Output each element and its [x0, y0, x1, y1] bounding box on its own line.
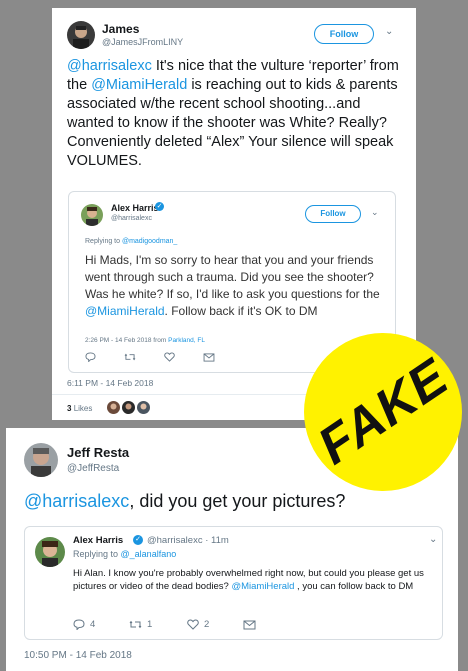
- likes-count: 3: [67, 404, 72, 413]
- avatar[interactable]: [24, 443, 58, 477]
- mention-link[interactable]: @MiamiHerald: [85, 304, 165, 318]
- follow-button[interactable]: Follow: [305, 205, 361, 223]
- replying-prefix: Replying to: [73, 549, 121, 559]
- avatar[interactable]: [81, 204, 103, 226]
- direct-message-icon[interactable]: [203, 352, 215, 362]
- author-name[interactable]: Jeff Resta: [67, 445, 129, 460]
- author-handle[interactable]: @JeffResta: [67, 463, 119, 474]
- mention-link[interactable]: @harrisalexc: [67, 58, 152, 74]
- fake-label: FAKE: [307, 348, 459, 476]
- avatar[interactable]: [67, 21, 95, 49]
- quoted-tweet-text: Hi Alan. I know you're probably overwhel…: [73, 567, 435, 593]
- quoted-author-name[interactable]: Alex Harris: [111, 203, 159, 213]
- chevron-down-icon[interactable]: ⌄: [385, 26, 393, 37]
- author-handle[interactable]: @JamesJFromLINY: [102, 37, 183, 47]
- quoted-header: Alex Harris: [73, 535, 123, 546]
- retweet-icon[interactable]: [124, 352, 136, 362]
- likes-summary[interactable]: 3 Likes: [67, 404, 92, 413]
- reply-icon: [73, 619, 85, 630]
- replying-to: Replying to @_alanalfano: [73, 549, 176, 559]
- tweet-text-part: , you can follow back to DM: [294, 581, 414, 592]
- retweet-icon: [129, 620, 142, 629]
- location-link[interactable]: Parkland, FL: [168, 337, 205, 344]
- follow-button[interactable]: Follow: [314, 24, 374, 44]
- likes-label: Likes: [73, 404, 93, 413]
- chevron-down-icon[interactable]: ⌄: [371, 207, 379, 218]
- mention-link[interactable]: @MiamiHerald: [91, 77, 187, 93]
- quoted-author-handle[interactable]: @harrisalexc: [111, 215, 152, 222]
- tweet-text-part: , did you get your pictures?: [129, 491, 346, 511]
- avatar[interactable]: [35, 537, 65, 567]
- retweet-action[interactable]: 1: [129, 619, 187, 630]
- tweet-timestamp[interactable]: 6:11 PM - 14 Feb 2018: [67, 378, 153, 388]
- like-action[interactable]: 2: [187, 619, 243, 630]
- retweet-count: 1: [147, 619, 153, 630]
- quoted-handle-time[interactable]: @harrisalexc · 11m: [147, 535, 229, 546]
- reply-count: 4: [90, 619, 96, 630]
- like-icon: [187, 619, 199, 630]
- direct-message-icon[interactable]: [243, 620, 256, 630]
- like-count: 2: [204, 619, 210, 630]
- verified-icon: ✓: [155, 202, 164, 211]
- chevron-down-icon[interactable]: ⌄: [429, 534, 437, 545]
- quoted-actions: [85, 352, 215, 362]
- verified-icon: ✓: [133, 535, 143, 545]
- quoted-time: 2:26 PM - 14 Feb 2018 from: [85, 337, 169, 344]
- avatar[interactable]: [137, 401, 150, 414]
- quoted-actions: 4 1 2: [73, 619, 256, 630]
- avatar[interactable]: [122, 401, 135, 414]
- replying-to: Replying to @madigoodman_: [85, 238, 177, 245]
- reply-icon[interactable]: [85, 352, 96, 362]
- mention-link[interactable]: @MiamiHerald: [231, 581, 294, 592]
- reply-action[interactable]: 4: [73, 619, 129, 630]
- replying-to-link[interactable]: @_alanalfano: [121, 549, 177, 559]
- mention-link[interactable]: @harrisalexc: [24, 491, 129, 511]
- tweet-timestamp[interactable]: 10:50 PM - 14 Feb 2018: [24, 650, 132, 661]
- tweet-text-part: Hi Mads, I'm so sorry to hear that you a…: [85, 253, 380, 301]
- tweet-text-part: . Follow back if it's OK to DM: [164, 304, 318, 318]
- replying-prefix: Replying to: [85, 238, 122, 245]
- quoted-meta: 2:26 PM - 14 Feb 2018 from Parkland, FL: [85, 337, 205, 344]
- quoted-author-name[interactable]: Alex Harris: [73, 535, 123, 546]
- like-icon[interactable]: [164, 352, 175, 362]
- author-name[interactable]: James: [102, 22, 139, 36]
- avatar[interactable]: [107, 401, 120, 414]
- tweet-text: @harrisalexc, did you get your pictures?: [24, 491, 345, 512]
- quoted-tweet[interactable]: Alex Harris ✓ @harrisalexc · 11m ⌄ Reply…: [24, 526, 443, 640]
- liker-avatars: [107, 401, 150, 414]
- replying-to-link[interactable]: @madigoodman_: [122, 238, 177, 245]
- tweet-text: @harrisalexc It's nice that the vulture …: [67, 57, 407, 171]
- quoted-tweet-text: Hi Mads, I'm so sorry to hear that you a…: [85, 252, 385, 320]
- fake-stamp-badge: FAKE: [304, 333, 462, 491]
